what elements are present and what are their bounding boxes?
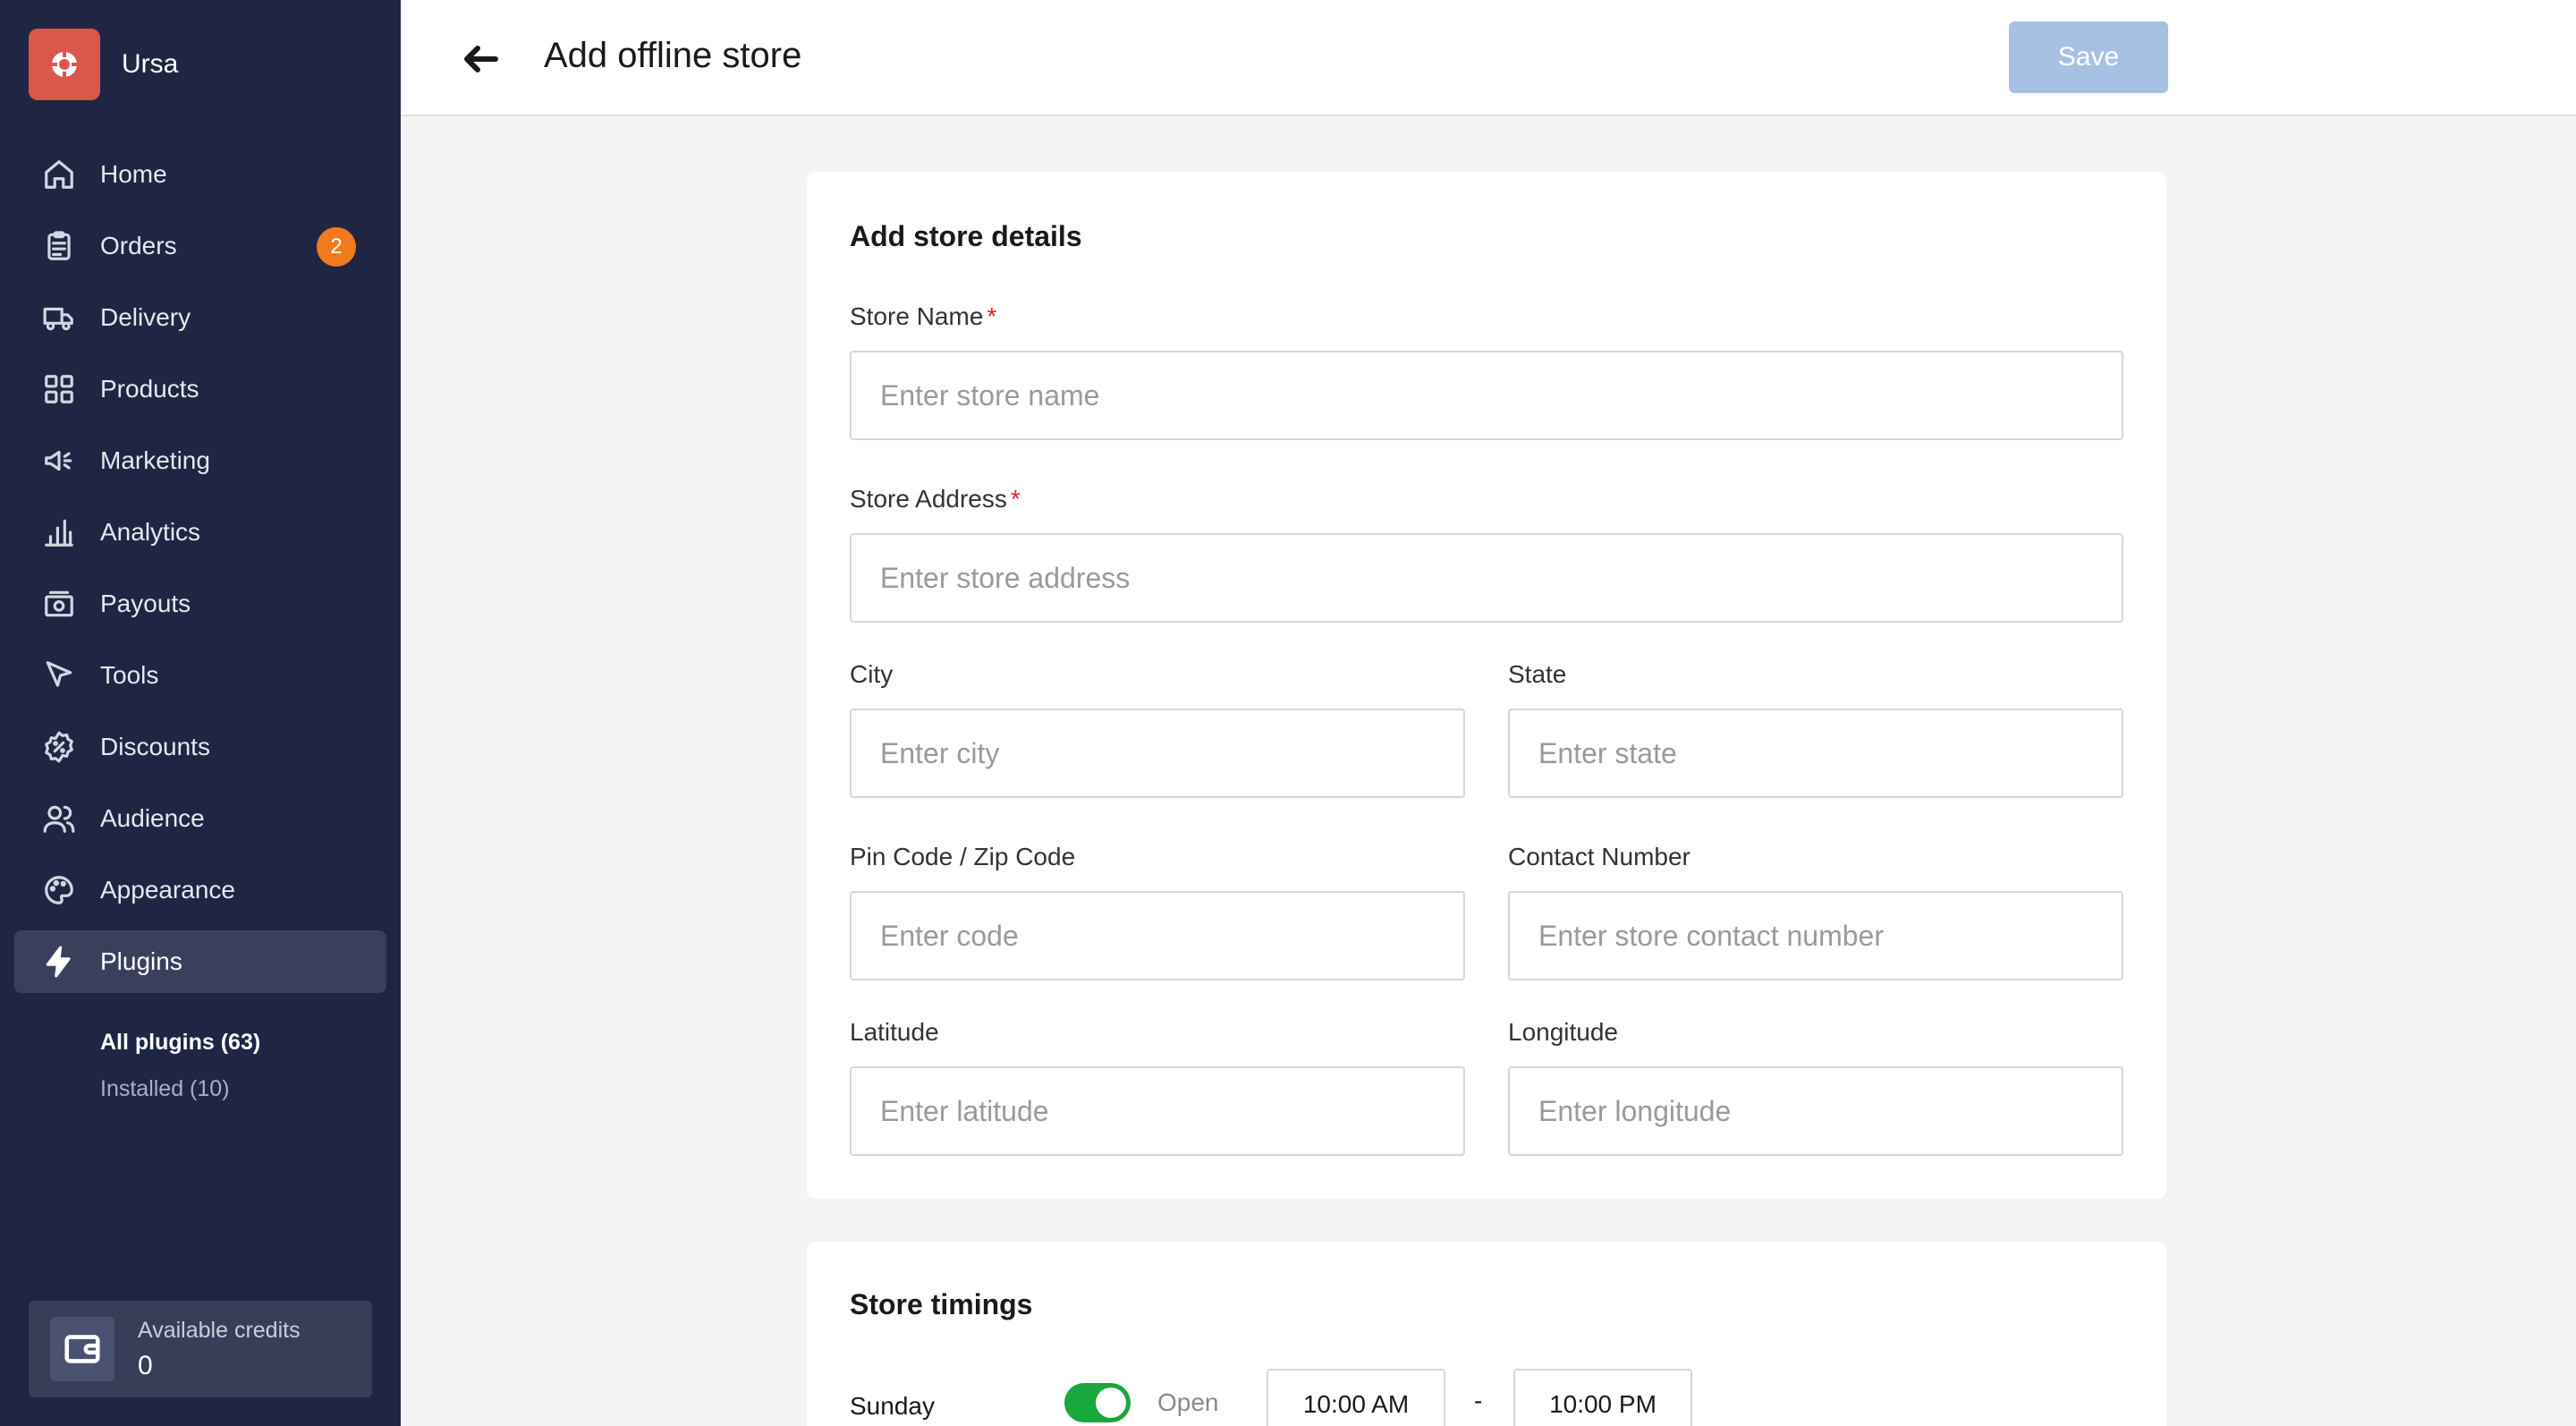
arrow-left-icon	[464, 46, 498, 72]
state-label: State	[1508, 660, 1567, 688]
latitude-label: Latitude	[850, 1018, 939, 1046]
sidebar-item-home[interactable]: Home	[14, 143, 386, 206]
grid-icon	[41, 371, 77, 407]
page-header: Add offline store Save	[401, 0, 2576, 116]
orders-count-badge: 2	[317, 227, 356, 267]
store-address-input[interactable]	[850, 533, 2123, 623]
sidebar-item-label: Appearance	[100, 876, 236, 904]
sidebar-item-orders[interactable]: Orders 2	[14, 215, 386, 277]
credits-value: 0	[138, 1350, 153, 1380]
store-address-label-text: Store Address	[850, 485, 1007, 513]
sidebar-item-appearance[interactable]: Appearance	[14, 859, 386, 921]
store-name-input[interactable]	[850, 351, 2123, 440]
sidebar-item-label: Plugins	[100, 947, 182, 975]
megaphone-icon	[41, 443, 77, 479]
store-timings-title: Store timings	[850, 1288, 1033, 1320]
home-icon	[41, 157, 77, 192]
store-address-label: Store Address *	[850, 485, 1021, 514]
sidebar-nav: Home Orders 2 Delivery Products Marketin…	[14, 143, 386, 1002]
sidebar-item-label: Orders	[100, 232, 177, 259]
sunday-open-toggle[interactable]	[1064, 1383, 1131, 1422]
pin-code-label: Pin Code / Zip Code	[850, 843, 1076, 870]
wallet-icon	[50, 1317, 114, 1381]
sidebar-item-tools[interactable]: Tools	[14, 644, 386, 707]
city-input[interactable]	[850, 709, 1465, 798]
sidebar-item-analytics[interactable]: Analytics	[14, 501, 386, 564]
sidebar-item-label: Analytics	[100, 518, 201, 546]
sidebar-item-products[interactable]: Products	[14, 358, 386, 420]
sidebar-item-label: Payouts	[100, 590, 191, 617]
sidebar-item-label: Tools	[100, 661, 159, 689]
city-label: City	[850, 660, 894, 688]
subnav-installed-plugins[interactable]: Installed (10)	[100, 1071, 260, 1117]
sidebar: Ursa Home Orders 2 Delivery Products Mar…	[0, 0, 401, 1426]
store-name-label-text: Store Name	[850, 302, 984, 330]
sidebar-item-label: Marketing	[100, 446, 210, 474]
day-label-sunday: Sunday	[850, 1392, 935, 1420]
toggle-knob	[1096, 1388, 1126, 1418]
pin-code-input[interactable]	[850, 891, 1465, 980]
contact-number-input[interactable]	[1508, 891, 2123, 980]
contact-number-label: Contact Number	[1508, 843, 1690, 870]
sidebar-item-plugins[interactable]: Plugins	[14, 930, 386, 993]
sunday-close-time[interactable]: 10:00 PM	[1513, 1369, 1692, 1426]
store-name-label: Store Name *	[850, 302, 996, 331]
latitude-input[interactable]	[850, 1066, 1465, 1156]
palette-icon	[41, 872, 77, 908]
brand[interactable]: Ursa	[29, 29, 178, 100]
sunday-open-time[interactable]: 10:00 AM	[1267, 1369, 1445, 1426]
store-details-title: Add store details	[850, 220, 1082, 252]
sidebar-item-label: Discounts	[100, 733, 210, 760]
sidebar-item-label: Delivery	[100, 303, 191, 331]
cash-icon	[41, 586, 77, 622]
sidebar-item-marketing[interactable]: Marketing	[14, 429, 386, 492]
page-title: Add offline store	[544, 36, 802, 75]
credits-text: Available credits 0	[138, 1318, 301, 1381]
sidebar-item-delivery[interactable]: Delivery	[14, 286, 386, 349]
state-input[interactable]	[1508, 709, 2123, 798]
plugins-subnav: All plugins (63) Installed (10)	[100, 1024, 260, 1117]
sidebar-item-label: Home	[100, 160, 167, 188]
subnav-all-plugins[interactable]: All plugins (63)	[100, 1024, 260, 1071]
required-marker: *	[1010, 485, 1021, 513]
clipboard-icon	[41, 228, 77, 264]
sidebar-item-label: Products	[100, 375, 199, 403]
time-separator: -	[1474, 1387, 1483, 1414]
brand-name: Ursa	[122, 49, 179, 79]
back-button[interactable]	[454, 32, 508, 86]
store-details-card: Add store details Store Name* Store Addr…	[807, 172, 2166, 1199]
longitude-label: Longitude	[1508, 1018, 1619, 1046]
discount-icon	[41, 729, 77, 765]
credits-label: Available credits	[138, 1317, 301, 1343]
cursor-icon	[41, 658, 77, 693]
sidebar-item-discounts[interactable]: Discounts	[14, 716, 386, 778]
longitude-input[interactable]	[1508, 1066, 2123, 1156]
lightning-icon	[41, 944, 77, 980]
bar-chart-icon	[41, 514, 77, 550]
available-credits-panel[interactable]: Available credits 0	[29, 1301, 372, 1397]
store-timings-card: Store timings Sunday Open 10:00 AM - 10:…	[807, 1242, 2166, 1426]
sidebar-item-audience[interactable]: Audience	[14, 787, 386, 850]
sidebar-item-payouts[interactable]: Payouts	[14, 573, 386, 635]
sunday-status: Open	[1157, 1388, 1219, 1416]
brand-logo-icon	[50, 50, 79, 79]
truck-icon	[41, 300, 77, 335]
users-icon	[41, 801, 77, 836]
save-button[interactable]: Save	[2009, 21, 2168, 93]
sidebar-item-label: Audience	[100, 804, 205, 832]
brand-logo	[29, 29, 100, 100]
required-marker: *	[987, 302, 997, 330]
